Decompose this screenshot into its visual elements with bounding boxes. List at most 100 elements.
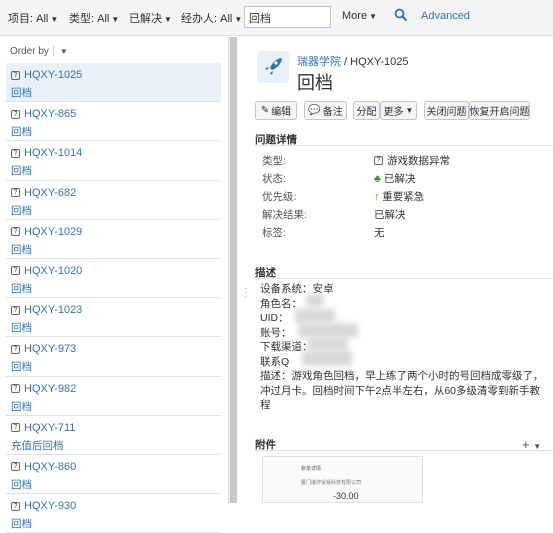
issue-key[interactable]: ? HQXY-973 [11,341,216,357]
issue-summary[interactable]: 回档 [11,320,216,335]
type-filter[interactable]: 类型: All ▼ [69,10,119,26]
description-body: 设备系统：安卓 角色名： UID： 账号： 下载渠道： 联系Q 描述：游戏角色回… [260,283,544,411]
search-icon[interactable] [394,8,408,25]
scrollbar-thumb[interactable] [230,37,237,503]
search-input[interactable]: 回档 [244,6,331,28]
issue-key[interactable]: ? HQXY-1025 [11,67,216,83]
issue-summary[interactable]: 回档 [11,124,216,139]
issue-summary[interactable]: 回档 [11,85,216,100]
issue-type-icon: ? [11,148,20,158]
project-filter[interactable]: 项目: All ▼ [8,10,58,26]
drag-handle-icon[interactable]: · · · [244,284,247,302]
redacted-area [302,351,352,366]
redacted-area [295,309,335,323]
issue-detail-panel: 瑞器学院 / HQXY-1025 回档 ✎ 编辑 💬 备注 分配 更多 ▼ 关闭问题 … [240,37,553,503]
issue-list-item[interactable]: ? HQXY-1029 回档 [6,220,221,259]
issue-list-item[interactable]: ? HQXY-711 充值后回档 [6,416,221,455]
issue-summary[interactable]: 回档 [11,281,216,296]
issue-list-item[interactable]: ? HQXY-930 回档 [6,494,221,533]
issue-key[interactable]: ? HQXY-1023 [11,302,216,318]
issue-summary[interactable]: 充值后回档 [11,438,216,453]
issue-list-item[interactable]: ? HQXY-860 回档 [6,455,221,495]
issue-list-scrollbar[interactable] [228,37,237,503]
assign-button[interactable]: 分配 [353,101,380,120]
pencil-icon: ✎ [260,105,270,116]
redacted-area [308,337,348,351]
issue-key[interactable]: HQXY-1025 [350,56,408,68]
status-filter[interactable]: 已解决 ▼ [129,10,172,26]
issue-key[interactable]: ? HQXY-860 [11,459,216,475]
resolved-status-icon: ♣ [374,172,381,185]
issue-summary[interactable]: 回档 [11,477,216,492]
issue-summary[interactable]: 回档 [11,203,216,218]
attachment-amount: -30.00 [333,491,359,501]
more-filters-button[interactable]: More ▼ [342,10,377,22]
project-link[interactable]: 瑞器学院 [297,56,341,68]
field-value-status: ♣ 已解决 [374,172,416,186]
issue-key[interactable]: ? HQXY-711 [11,420,216,436]
reopen-issue-button[interactable]: 恢复开启问题 [469,101,530,120]
issue-summary[interactable]: 回档 [11,516,216,531]
issue-type-icon: ? [11,227,20,237]
issue-list-item[interactable]: ? HQXY-1025 回档 [6,63,221,103]
issue-summary[interactable]: 回档 [11,359,216,374]
issue-type-icon: ? [11,423,20,433]
order-by-control[interactable]: Order by ▼ [10,46,68,57]
issue-list-item[interactable]: ? HQXY-1014 回档 [6,141,221,181]
close-issue-button[interactable]: 关闭问题 [424,101,469,120]
assignee-filter[interactable]: 经办人: All ▼ [181,10,242,26]
issue-type-icon: ? [11,109,20,119]
issue-type-icon: ? [11,188,20,198]
edit-button[interactable]: ✎ 编辑 [255,101,297,120]
field-label-status: 状态: [262,173,286,185]
breadcrumb: 瑞器学院 / HQXY-1025 [297,56,409,68]
field-value-priority: ↑ 重要紧急 [374,190,425,204]
redacted-area [298,323,358,337]
divider [255,450,553,451]
issue-list-item[interactable]: ? HQXY-682 回档 [6,181,221,220]
issue-type-icon: ? [11,384,20,393]
issue-key[interactable]: ? HQXY-930 [11,498,216,514]
add-attachment-icon[interactable]: + [522,437,530,452]
chevron-down-icon: ▼ [111,15,120,24]
issue-summary[interactable]: 回档 [11,242,216,257]
issue-type-icon: ? [11,305,20,315]
divider [255,145,553,146]
field-label-resolution: 解决结果: [262,209,307,221]
attachment-line1: 账单详情 [301,466,322,472]
issue-key[interactable]: ? HQXY-865 [11,106,216,122]
issue-type-icon: ? [11,266,20,276]
issue-list-item[interactable]: ? HQXY-973 回档 [6,337,221,377]
attachment-tools: + ▼ [522,437,541,452]
advanced-search-link[interactable]: Advanced [421,10,470,22]
issue-key[interactable]: ? HQXY-682 [11,185,216,201]
comment-button[interactable]: 💬 备注 [304,101,347,120]
chevron-down-icon: ▼ [59,47,68,56]
filter-bar: 项目: All ▼ 类型: All ▼ 已解决 ▼ 经办人: All ▼ 回档 More… [0,0,553,36]
issue-summary[interactable]: 回档 [11,399,216,414]
attachment-thumbnail[interactable]: 账单详情 厦门爆炸贸易科技有限公司 -30.00 [262,456,423,503]
chevron-down-icon: ▼ [369,12,377,21]
attachment-line2: 厦门爆炸贸易科技有限公司 [301,480,362,486]
field-label-priority: 优先级: [262,191,297,203]
issue-list-item[interactable]: ? HQXY-865 回档 [6,102,221,142]
issue-key[interactable]: ? HQXY-1020 [11,263,216,279]
redacted-area [306,294,324,307]
field-label-type: 类型: [262,155,286,167]
priority-up-arrow-icon: ↑ [374,190,380,203]
issue-key[interactable]: ? HQXY-1029 [11,224,216,240]
divider [255,278,553,279]
issue-list-item[interactable]: ? HQXY-982 回档 [6,377,221,416]
comment-icon: 💬 [308,105,321,116]
issue-key[interactable]: ? HQXY-1014 [11,145,216,161]
issue-list-item[interactable]: ? HQXY-1023 回档 [6,298,221,338]
chevron-down-icon: ▼ [405,106,414,115]
field-value-resolution: 已解决 [374,209,406,221]
more-actions-button[interactable]: 更多 ▼ [380,101,417,120]
issue-summary[interactable]: 回档 [11,163,216,178]
issue-list-item[interactable]: ? HQXY-1020 回档 [6,259,221,299]
field-label-labels: 标签: [262,227,286,239]
chevron-down-icon[interactable]: ▼ [533,442,541,451]
issue-key[interactable]: ? HQXY-982 [11,381,216,397]
issue-type-icon: ? [11,344,20,354]
